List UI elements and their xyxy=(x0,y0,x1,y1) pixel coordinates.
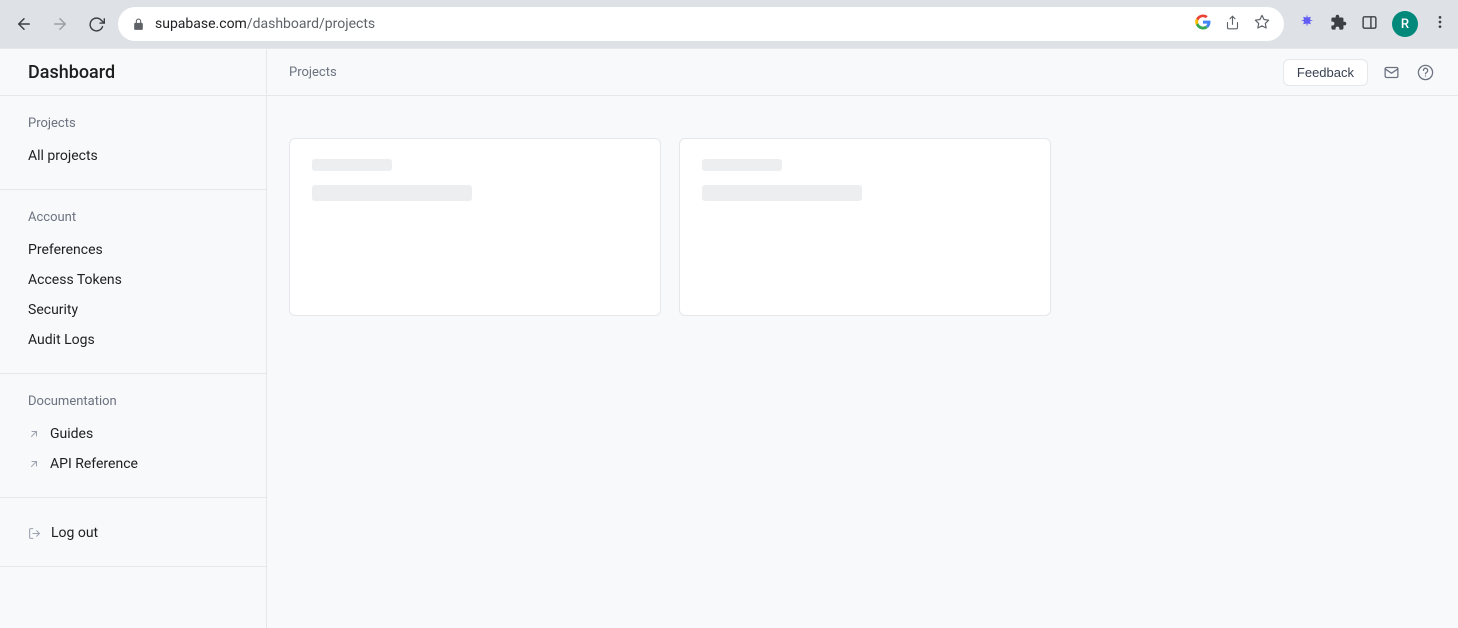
skeleton-line xyxy=(312,159,392,171)
external-link-icon xyxy=(28,458,40,470)
sidebar-title: Dashboard xyxy=(0,49,266,96)
sidebar-item-label: Access Tokens xyxy=(28,272,122,288)
sidebar-item-security[interactable]: Security xyxy=(0,295,266,325)
sidebar-item-label: API Reference xyxy=(50,456,138,472)
extension-loom-icon[interactable] xyxy=(1298,13,1316,35)
project-card-loading[interactable] xyxy=(679,138,1051,316)
sidebar-item-api-reference[interactable]: API Reference xyxy=(0,449,266,479)
lock-icon xyxy=(132,18,145,31)
address-bar[interactable]: supabase.com/dashboard/projects xyxy=(118,7,1284,41)
breadcrumb[interactable]: Projects xyxy=(289,65,337,80)
side-panel-icon[interactable] xyxy=(1361,14,1378,35)
skeleton-line xyxy=(312,185,472,201)
chrome-menu-icon[interactable] xyxy=(1432,14,1448,34)
sidebar-heading-documentation: Documentation xyxy=(0,394,266,419)
external-link-icon xyxy=(28,428,40,440)
browser-back-button[interactable] xyxy=(10,10,38,38)
skeleton-line xyxy=(702,185,862,201)
topbar: Projects Feedback xyxy=(267,49,1458,96)
sidebar-item-label: All projects xyxy=(28,148,98,164)
google-services-icon[interactable] xyxy=(1195,14,1211,34)
main: Projects Feedback xyxy=(267,49,1458,628)
sidebar-item-logout[interactable]: Log out xyxy=(0,518,266,548)
sidebar-item-label: Preferences xyxy=(28,242,103,258)
sidebar-item-label: Log out xyxy=(51,525,98,541)
sidebar-section-documentation: Documentation Guides API Reference xyxy=(0,374,266,498)
logout-icon xyxy=(28,527,41,540)
url-host: supabase.com xyxy=(155,16,247,32)
projects-grid xyxy=(267,96,1458,628)
sidebar-item-label: Security xyxy=(28,302,78,318)
share-icon[interactable] xyxy=(1225,15,1240,34)
url-path: /dashboard/projects xyxy=(247,16,375,32)
sidebar-section-projects: Projects All projects xyxy=(0,96,266,190)
browser-reload-button[interactable] xyxy=(82,10,110,38)
browser-toolbar: supabase.com/dashboard/projects R xyxy=(0,0,1458,48)
help-button[interactable] xyxy=(1414,61,1436,83)
project-card-loading[interactable] xyxy=(289,138,661,316)
sidebar-item-audit-logs[interactable]: Audit Logs xyxy=(0,325,266,355)
app-root: Dashboard Projects All projects Account … xyxy=(0,48,1458,628)
sidebar-heading-projects: Projects xyxy=(0,116,266,141)
sidebar-item-preferences[interactable]: Preferences xyxy=(0,235,266,265)
browser-forward-button[interactable] xyxy=(46,10,74,38)
bookmark-star-icon[interactable] xyxy=(1254,14,1270,34)
sidebar-item-access-tokens[interactable]: Access Tokens xyxy=(0,265,266,295)
feedback-button[interactable]: Feedback xyxy=(1283,59,1368,86)
avatar-initial: R xyxy=(1401,17,1409,32)
profile-avatar-button[interactable]: R xyxy=(1392,11,1418,37)
sidebar-heading-account: Account xyxy=(0,210,266,235)
sidebar: Dashboard Projects All projects Account … xyxy=(0,49,267,628)
skeleton-line xyxy=(702,159,782,171)
sidebar-section-logout: Log out xyxy=(0,498,266,567)
sidebar-item-guides[interactable]: Guides xyxy=(0,419,266,449)
address-url: supabase.com/dashboard/projects xyxy=(155,16,375,32)
sidebar-item-label: Guides xyxy=(50,426,93,442)
inbox-button[interactable] xyxy=(1380,61,1402,83)
sidebar-item-all-projects[interactable]: All projects xyxy=(0,141,266,171)
scrollbar-track[interactable] xyxy=(1450,48,1458,628)
sidebar-item-label: Audit Logs xyxy=(28,332,95,348)
extensions-puzzle-icon[interactable] xyxy=(1330,14,1347,35)
sidebar-section-account: Account Preferences Access Tokens Securi… xyxy=(0,190,266,374)
